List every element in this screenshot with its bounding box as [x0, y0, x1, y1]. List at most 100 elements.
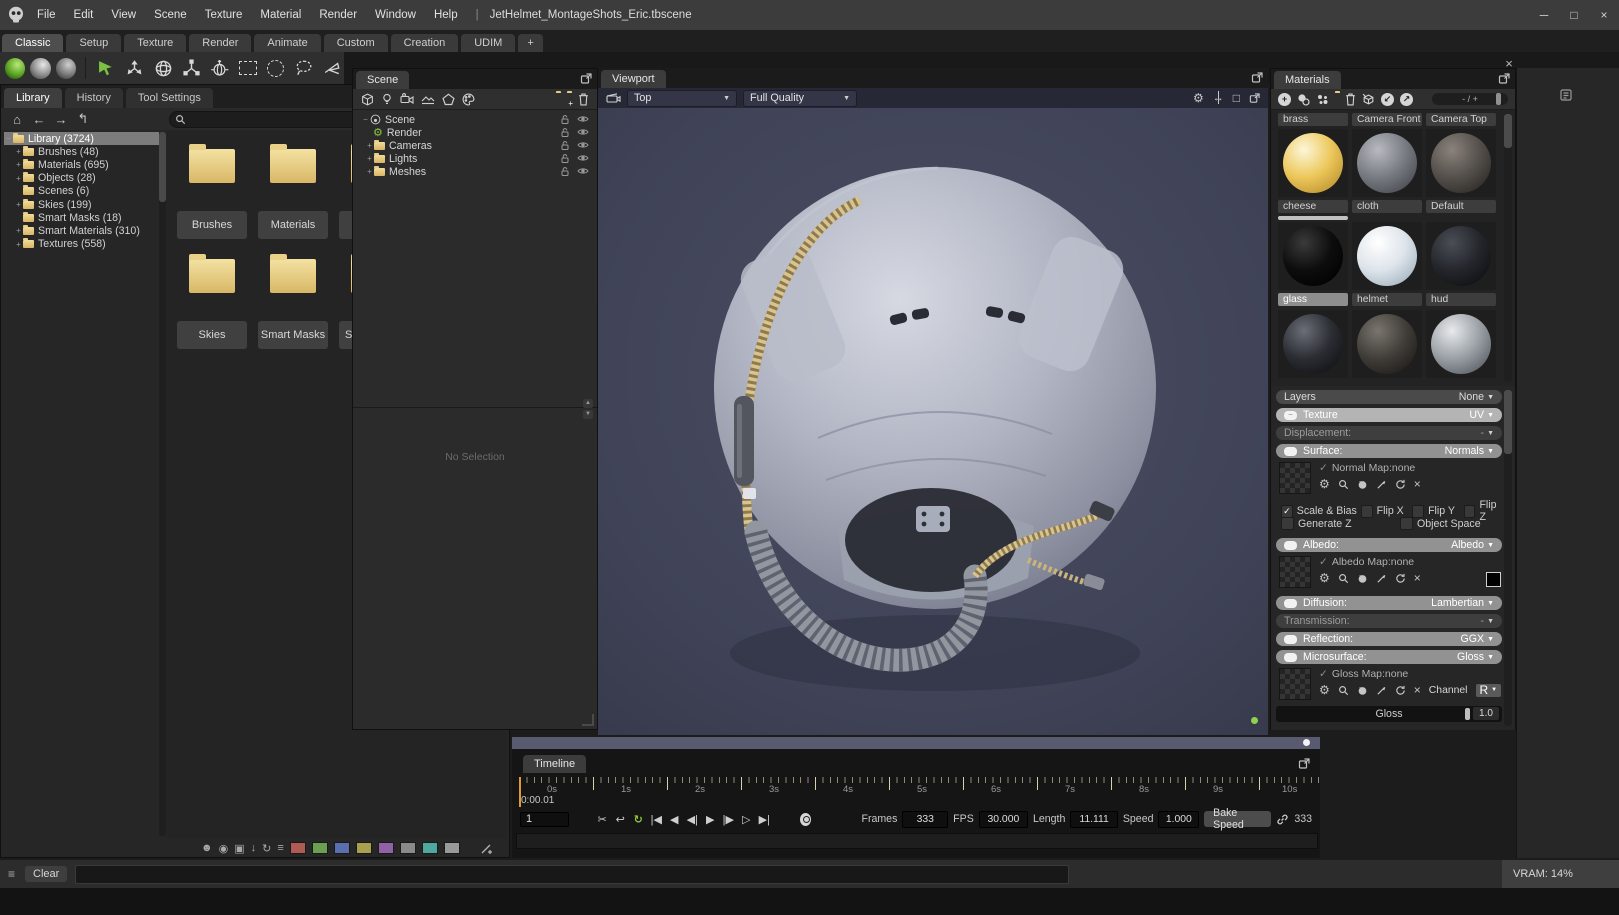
folder-label-materials[interactable]: Materials [258, 211, 328, 239]
scene-node-root[interactable]: − Scene [353, 113, 597, 126]
reflection-toggle-icon[interactable] [1284, 635, 1297, 644]
transmission-dropdown[interactable]: -▼ [1481, 615, 1494, 627]
map-settings-gear-icon[interactable]: ⚙ [1319, 683, 1330, 697]
flip-y-checkbox[interactable] [1412, 505, 1424, 518]
console-input[interactable] [76, 866, 1068, 883]
material-thumb-unlabeled-3[interactable] [1426, 310, 1496, 378]
thumbnail-size-slider[interactable]: - / + [1432, 93, 1508, 105]
matcap-sphere-button[interactable] [30, 58, 50, 79]
material-thumb-glass[interactable] [1278, 222, 1348, 290]
undo-icon[interactable]: ↩ [614, 813, 627, 826]
microsurface-dropdown[interactable]: Gloss▼ [1457, 651, 1494, 663]
fps-field[interactable]: 30.000 [979, 811, 1028, 828]
normal-map-thumbnail[interactable] [1279, 462, 1311, 494]
panel-resize-grip[interactable] [582, 714, 594, 726]
list-icon[interactable]: ≡ [277, 842, 283, 854]
workspace-tab-classic[interactable]: Classic [2, 34, 63, 52]
map-paint-pen-icon[interactable] [1376, 479, 1387, 490]
scene-node-cameras[interactable]: + Cameras [353, 139, 597, 152]
console-field[interactable] [75, 865, 1069, 884]
maximize-viewport-icon[interactable]: □ [1233, 91, 1240, 105]
material-label-helmet[interactable]: helmet [1352, 293, 1422, 306]
rect-marquee-tool[interactable] [236, 56, 259, 80]
bake-speed-button[interactable]: Bake Speed [1204, 811, 1271, 827]
lock-icon[interactable] [560, 114, 570, 125]
instance-material-icon[interactable] [1297, 93, 1310, 106]
select-cursor-tool[interactable] [95, 56, 118, 80]
new-folder-icon[interactable] [1335, 93, 1339, 105]
delete-trash-icon[interactable] [578, 93, 589, 106]
tree-item-textures[interactable]: +Textures (558) [4, 238, 159, 251]
menu-file[interactable]: File [28, 9, 65, 21]
gloss-map-thumbnail[interactable] [1279, 668, 1311, 700]
tab-library[interactable]: Library [4, 88, 62, 108]
folder-label-skies[interactable]: Skies [177, 321, 247, 349]
menu-help[interactable]: Help [425, 9, 467, 21]
material-thumb-unlabeled-1[interactable] [1278, 310, 1348, 378]
workspace-tab-udim[interactable]: UDIM [461, 34, 515, 52]
keyframe-icon[interactable] [800, 813, 811, 826]
link-icon[interactable] [1276, 813, 1289, 826]
menu-material[interactable]: Material [251, 9, 310, 21]
timeline-ruler[interactable] [512, 777, 1320, 795]
viewport-popout-small-icon[interactable] [1249, 93, 1260, 104]
frames-field[interactable]: 333 [902, 811, 948, 828]
surface-row[interactable]: Surface: Normals▼ [1276, 444, 1502, 458]
home-icon[interactable]: ⌂ [9, 112, 25, 127]
polygon-lasso-tool[interactable] [321, 56, 344, 80]
viewport-settings-gear-icon[interactable]: ⚙ [1193, 91, 1204, 105]
folder-thumbnail-smart-masks[interactable] [270, 259, 316, 293]
length-field[interactable]: 11.111 [1070, 811, 1117, 828]
color-swatch-gray[interactable] [400, 842, 416, 854]
scene-node-lights[interactable]: + Lights [353, 152, 597, 165]
material-label-hud[interactable]: hud [1426, 293, 1496, 306]
add-object-cube-icon[interactable] [361, 93, 374, 106]
split-view-icon[interactable]: ↔ [1213, 92, 1224, 104]
visibility-eye-icon[interactable] [577, 153, 589, 164]
map-enabled-check-icon[interactable]: ✓ [1319, 668, 1328, 680]
channel-dropdown[interactable]: R▼ [1476, 684, 1502, 697]
go-to-start-button[interactable]: |◀ [650, 813, 663, 826]
menu-window[interactable]: Window [366, 9, 425, 21]
gloss-slider-handle[interactable] [1465, 708, 1470, 720]
visibility-eye-icon[interactable] [577, 127, 589, 138]
layers-dropdown[interactable]: None▼ [1459, 391, 1494, 403]
object-space-checkbox[interactable] [1400, 517, 1413, 530]
window-close-button[interactable]: × [1589, 0, 1619, 30]
albedo-color-swatch[interactable] [1486, 572, 1501, 587]
delete-material-trash-icon[interactable] [1345, 93, 1356, 106]
step-back-button[interactable]: ◀ [668, 813, 681, 826]
lock-icon[interactable] [560, 153, 570, 164]
collapsed-panel-icon[interactable] [1559, 88, 1573, 102]
menu-scene[interactable]: Scene [145, 9, 196, 21]
timeline-track[interactable] [516, 833, 1318, 849]
folder-thumbnail-brushes[interactable] [189, 149, 235, 183]
material-label-cheese[interactable]: cheese [1278, 200, 1348, 213]
tree-item-smart-materials[interactable]: +Smart Materials (310) [4, 224, 159, 237]
map-enabled-check-icon[interactable]: ✓ [1319, 556, 1328, 568]
tree-item-skies[interactable]: +Skies (199) [4, 198, 159, 211]
material-label-brass[interactable]: brass [1278, 113, 1348, 126]
move-tool[interactable] [123, 56, 146, 80]
workspace-tab-custom[interactable]: Custom [324, 34, 388, 52]
quality-select-dropdown[interactable]: Full Quality▼ [743, 90, 857, 107]
camera-slate-icon[interactable] [606, 92, 621, 104]
displacement-row[interactable]: Displacement: -▼ [1276, 426, 1502, 440]
folder-label-smart-masks[interactable]: Smart Masks [258, 321, 328, 349]
microsurface-row[interactable]: Microsurface: Gloss▼ [1276, 650, 1502, 664]
add-camera-icon[interactable] [400, 93, 414, 105]
map-reload-icon[interactable] [1395, 685, 1406, 696]
material-thumb-default[interactable] [1426, 129, 1496, 197]
loop-playback-icon[interactable]: ↻ [632, 813, 645, 826]
albedo-dropdown[interactable]: Albedo▼ [1451, 539, 1494, 551]
material-label-camera-front[interactable]: Camera Front [1352, 113, 1422, 126]
flip-x-checkbox[interactable] [1361, 505, 1373, 518]
color-swatch-teal[interactable] [422, 842, 438, 854]
material-thumb-cheese[interactable] [1278, 129, 1348, 197]
visibility-eye-icon[interactable] [577, 114, 589, 125]
shaded-sphere-button[interactable] [56, 58, 76, 79]
viewport-popout-icon[interactable] [1251, 72, 1263, 84]
generate-z-checkbox[interactable] [1281, 517, 1294, 530]
workspace-tab-texture[interactable]: Texture [124, 34, 186, 52]
material-thumb-unlabeled-2[interactable] [1352, 310, 1422, 378]
